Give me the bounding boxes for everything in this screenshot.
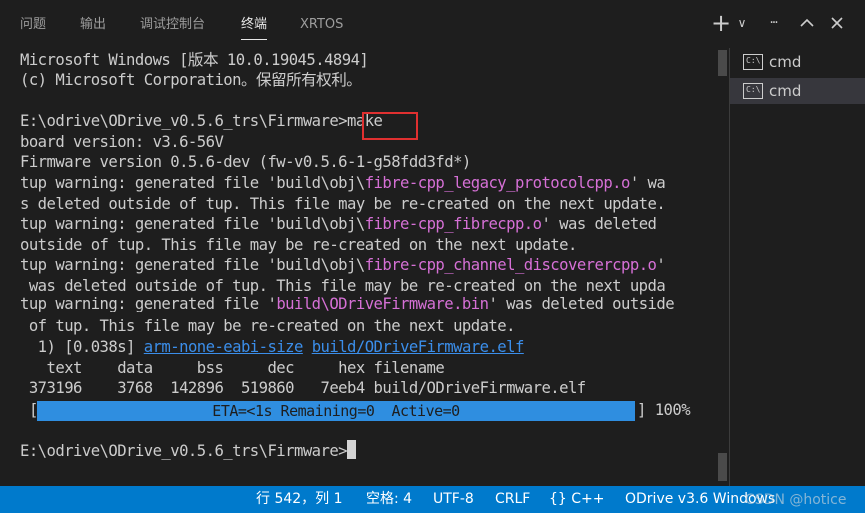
terminal-line: E:\odrive\ODrive_v0.5.6_trs\Firmware>	[20, 440, 357, 461]
terminal-list-item-label: cmd	[769, 82, 802, 100]
tab-debug-console[interactable]: 调试控制台	[140, 14, 205, 36]
terminal-line: tup warning: generated file 'build\ODriv…	[20, 296, 674, 312]
warning-text: tup warning: generated file 'build\obj\	[20, 215, 365, 233]
terminal-line: Firmware version 0.5.6-dev (fw-v0.5.6-1-…	[20, 153, 471, 171]
terminal-line: Microsoft Windows [版本 10.0.19045.4894]	[20, 51, 369, 69]
terminal-line: 1) [0.038s] arm-none-eabi-size build/ODr…	[20, 338, 525, 356]
status-cursor-position[interactable]: 行 542，列 1	[256, 486, 343, 513]
tab-xrtos[interactable]: XRTOS	[300, 14, 343, 36]
panel-tab-bar: 问题 输出 调试控制台 终端 XRTOS + ∨ ···	[0, 0, 865, 48]
terminal-line: s deleted outside of tup. This file may …	[20, 195, 666, 213]
terminal-list-item[interactable]: C:\ cmd	[730, 78, 865, 104]
terminal-cursor	[347, 440, 357, 459]
chevron-down-icon[interactable]: ∨	[734, 10, 750, 36]
status-bar: 行 542，列 1 空格: 4 UTF-8 CRLF {} C++ ODrive…	[0, 486, 865, 513]
terminal-list: C:\ cmd C:\ cmd	[729, 48, 865, 486]
status-eol[interactable]: CRLF	[495, 486, 530, 513]
terminal-list-item-label: cmd	[769, 53, 802, 71]
scrollbar-thumb[interactable]	[718, 50, 727, 76]
new-terminal-button[interactable]: +	[709, 10, 733, 36]
terminal-line: board version: v3.6-56V	[20, 133, 224, 151]
warning-text: ' wa	[629, 174, 666, 192]
terminal-prompt: E:\odrive\ODrive_v0.5.6_trs\Firmware>	[20, 442, 348, 460]
terminal-line: of tup. This file may be re-created on t…	[20, 317, 516, 335]
warning-text: tup warning: generated file '	[20, 296, 277, 312]
terminal-line: 373196 3768 142896 519860 7eeb4 build/OD…	[20, 379, 586, 397]
terminal-line: tup warning: generated file 'build\obj\f…	[20, 255, 666, 276]
status-language[interactable]: {} C++	[549, 486, 605, 513]
warning-text: ' was deleted outside	[488, 296, 675, 312]
close-panel-button[interactable]	[826, 10, 848, 36]
tab-problems[interactable]: 问题	[20, 14, 46, 36]
warning-filename: fibre-cpp_fibrecpp.o	[364, 215, 542, 233]
progress-bar: ETA=<1s Remaining=0 Active=0	[37, 401, 635, 421]
terminal-line: (c) Microsoft Corporation。保留所有权利。	[20, 71, 362, 89]
close-icon	[831, 17, 843, 29]
status-indentation[interactable]: 空格: 4	[366, 486, 412, 513]
terminal-icon: C:\	[743, 54, 763, 70]
tab-terminal[interactable]: 终端	[241, 14, 268, 40]
scrollbar-thumb[interactable]	[718, 453, 727, 481]
terminal-scrollbar[interactable]	[715, 48, 729, 486]
terminal-line: outside of tup. This file may be re-crea…	[20, 236, 577, 254]
terminal-line: tup warning: generated file 'build\obj\f…	[20, 173, 666, 194]
terminal-list-item[interactable]: C:\ cmd	[730, 49, 865, 75]
terminal-prompt: E:\odrive\ODrive_v0.5.6_trs\Firmware>	[20, 112, 348, 130]
terminal-line: was deleted outside of tup. This file ma…	[20, 277, 666, 295]
terminal-line: text data bss dec hex filename	[20, 359, 445, 377]
size-command-link[interactable]: arm-none-eabi-size	[144, 338, 304, 356]
terminal-line: tup warning: generated file 'build\obj\f…	[20, 214, 657, 235]
terminal-line: E:\odrive\ODrive_v0.5.6_trs\Firmware>mak…	[20, 111, 383, 132]
tab-output[interactable]: 输出	[80, 14, 106, 36]
warning-text: ' was deleted	[541, 215, 657, 233]
progress-percent-value: 100%	[654, 401, 691, 419]
warning-filename: build\ODriveFirmware.bin	[276, 296, 489, 312]
warning-text: tup warning: generated file 'build\obj\	[20, 256, 365, 274]
watermark: CSDN @hotice	[745, 492, 847, 508]
warning-text: '	[656, 256, 666, 274]
maximize-panel-button[interactable]	[796, 10, 818, 36]
terminal-icon: C:\	[743, 83, 763, 99]
progress-percent: ] 100%	[637, 401, 691, 419]
warning-filename: fibre-cpp_channel_discoverercpp.o	[364, 256, 657, 274]
elf-path-link[interactable]: build/ODriveFirmware.elf	[312, 338, 525, 356]
more-actions-button[interactable]: ···	[759, 10, 787, 36]
status-encoding[interactable]: UTF-8	[433, 486, 474, 513]
warning-filename: fibre-cpp_legacy_protocolcpp.o	[364, 174, 631, 192]
annotation-highlight-box	[362, 112, 418, 140]
warning-text: tup warning: generated file 'build\obj\	[20, 174, 365, 192]
chevron-up-icon	[800, 18, 814, 27]
